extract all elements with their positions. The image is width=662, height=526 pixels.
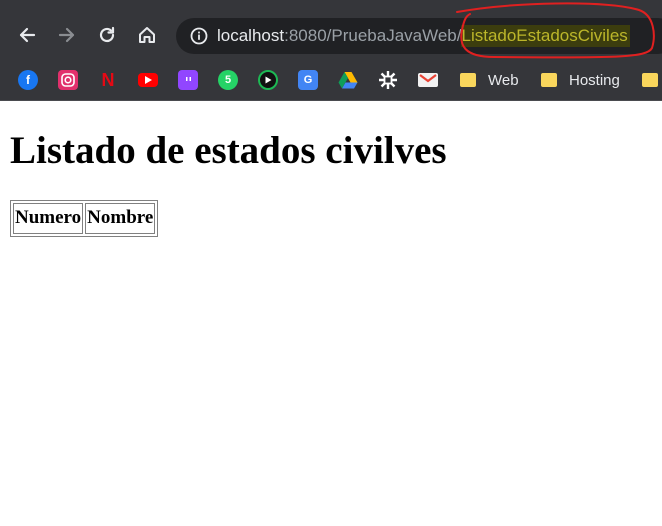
twitch-icon [178, 70, 198, 90]
gmail-icon [418, 73, 438, 87]
bookmark-label: Hosting [569, 71, 620, 89]
instagram-icon [58, 70, 78, 90]
browser-toolbar: localhost:8080/PruebaJavaWeb/ListadoEsta… [0, 0, 662, 60]
url-port-path: :8080/PruebaJavaWeb/ [284, 26, 462, 45]
google-translate-icon: G [298, 70, 318, 90]
reload-button[interactable] [93, 21, 121, 49]
forward-button[interactable] [53, 21, 81, 49]
info-icon[interactable] [190, 27, 208, 45]
bookmark-label: Web [488, 71, 519, 89]
netflix-icon: N [101, 69, 115, 90]
folder-icon [460, 73, 476, 87]
bookmark-netflix[interactable]: N [98, 66, 118, 94]
whatsapp-icon: 5 [218, 70, 238, 90]
folder-icon [642, 73, 658, 87]
bookmark-gmail[interactable] [418, 66, 438, 94]
url-text[interactable]: localhost:8080/PruebaJavaWeb/ListadoEsta… [217, 25, 630, 47]
estados-civiles-table: Numero Nombre [10, 200, 159, 237]
bookmark-folder-overflow[interactable] [642, 66, 662, 94]
facebook-icon: f [18, 70, 38, 90]
column-header-numero: Numero [13, 203, 84, 234]
google-drive-icon [338, 70, 358, 90]
home-button[interactable] [133, 21, 161, 49]
bookmark-twitch[interactable] [178, 66, 198, 94]
url-highlighted-segment: ListadoEstadosCiviles [461, 25, 630, 47]
table-header-row: Numero Nombre [13, 203, 156, 234]
back-button[interactable] [13, 21, 41, 49]
arrow-right-icon [58, 27, 75, 43]
bookmark-whatsapp[interactable]: 5 [218, 66, 238, 94]
bookmark-folder-web[interactable]: Web [460, 66, 519, 94]
bookmark-instagram[interactable] [58, 66, 78, 94]
bookmarks-bar: f N 5 G Web Hosting [0, 60, 662, 101]
arrow-left-icon [19, 27, 36, 43]
address-bar[interactable]: localhost:8080/PruebaJavaWeb/ListadoEsta… [176, 18, 662, 54]
bookmark-youtube[interactable] [138, 66, 158, 94]
column-header-nombre: Nombre [85, 203, 156, 234]
bookmark-utn[interactable] [378, 66, 398, 94]
bookmark-google-drive[interactable] [338, 66, 358, 94]
bookmark-folder-hosting[interactable]: Hosting [541, 66, 620, 94]
url-host: localhost [217, 26, 285, 45]
bookmark-player[interactable] [258, 66, 278, 94]
play-circle-icon [258, 70, 278, 90]
utn-logo-icon [378, 70, 398, 90]
youtube-icon [138, 73, 158, 87]
reload-icon [99, 26, 115, 43]
home-icon [139, 27, 155, 43]
bookmark-google-translate[interactable]: G [298, 66, 318, 94]
folder-icon [541, 73, 557, 87]
page-title: Listado de estados civilves [10, 129, 447, 172]
bookmark-facebook[interactable]: f [18, 66, 38, 94]
